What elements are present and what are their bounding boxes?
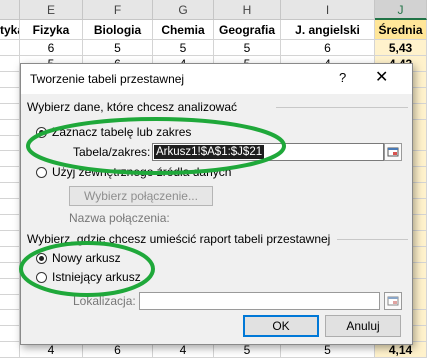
- table-cell[interactable]: [0, 40, 20, 56]
- column-header[interactable]: I: [281, 0, 375, 20]
- location-input[interactable]: [139, 292, 380, 310]
- radio-new-sheet[interactable]: [36, 253, 47, 264]
- column-header[interactable]: E: [20, 0, 83, 20]
- section-divider: [337, 239, 408, 240]
- section-divider: [276, 107, 408, 108]
- table-row: 6 5 5 5 6 5,43: [0, 40, 427, 56]
- radio-select-range[interactable]: [36, 127, 47, 138]
- header-cell[interactable]: J. angielski: [281, 20, 375, 40]
- column-header[interactable]: G: [153, 0, 214, 20]
- section-data-source-label: Wybierz dane, które chcesz analizować: [27, 100, 237, 114]
- table-cell[interactable]: [0, 87, 20, 104]
- table-cell[interactable]: 6: [20, 40, 83, 56]
- table-cell[interactable]: [0, 214, 20, 231]
- option-existing-sheet-label[interactable]: Istniejący arkusz: [52, 270, 141, 284]
- table-cell[interactable]: [0, 135, 20, 152]
- dialog-titlebar: Tworzenie tabeli przestawnej ? ✕: [21, 64, 412, 94]
- column-header[interactable]: J: [375, 0, 427, 20]
- header-cell[interactable]: Średnia: [375, 20, 427, 40]
- table-cell[interactable]: [0, 278, 20, 295]
- column-header[interactable]: F: [83, 0, 153, 20]
- close-button[interactable]: ✕: [375, 67, 388, 87]
- table-cell[interactable]: 5,43: [375, 40, 427, 56]
- table-cell[interactable]: [0, 183, 20, 200]
- range-value: Arkusz1!$A$1:$J$21: [154, 145, 265, 159]
- table-cell[interactable]: [0, 103, 20, 120]
- table-cell[interactable]: [0, 119, 20, 136]
- table-cell[interactable]: [0, 342, 20, 359]
- header-cell[interactable]: Geografia: [214, 20, 281, 40]
- range-picker-button[interactable]: [384, 143, 402, 161]
- table-cell[interactable]: 5: [214, 40, 281, 56]
- table-cell[interactable]: [0, 246, 20, 263]
- column-header[interactable]: H: [214, 0, 281, 20]
- location-label: Lokalizacja:: [73, 294, 136, 308]
- range-input[interactable]: Arkusz1!$A$1:$J$21: [152, 143, 384, 161]
- cancel-button[interactable]: Anuluj: [325, 315, 401, 337]
- header-cell[interactable]: Fizyka: [20, 20, 83, 40]
- pivot-table-dialog: Tworzenie tabeli przestawnej ? ✕ Wybierz…: [20, 63, 413, 345]
- range-label: Tabela/zakres:: [73, 145, 151, 159]
- section-destination-label: Wybierz, gdzie chcesz umieścić raport ta…: [27, 232, 331, 246]
- ok-button[interactable]: OK: [243, 315, 319, 337]
- table-cell[interactable]: [0, 199, 20, 215]
- choose-connection-button[interactable]: Wybierz połączenie...: [69, 186, 213, 206]
- table-cell[interactable]: [0, 71, 20, 88]
- table-cell[interactable]: 5: [83, 40, 153, 56]
- table-cell[interactable]: [0, 230, 20, 247]
- table-cell[interactable]: [0, 55, 20, 72]
- option-new-sheet-label[interactable]: Nowy arkusz: [52, 251, 121, 265]
- header-cell[interactable]: Biologia: [83, 20, 153, 40]
- column-header[interactable]: [0, 0, 20, 20]
- table-cell[interactable]: [0, 262, 20, 279]
- help-button[interactable]: ?: [339, 70, 346, 85]
- table-cell[interactable]: [0, 151, 20, 168]
- collapse-dialog-icon: [387, 296, 399, 306]
- table-cell[interactable]: [0, 294, 20, 311]
- option-external-source-label[interactable]: Użyj zewnętrznego źródła danych: [52, 165, 231, 179]
- table-cell[interactable]: [0, 310, 20, 327]
- table-header-row: tykaFizykaBiologiaChemiaGeografiaJ. angi…: [0, 20, 427, 40]
- radio-external-source[interactable]: [36, 167, 47, 178]
- connection-name-label: Nazwa połączenia:: [69, 211, 170, 225]
- table-cell[interactable]: 5: [153, 40, 214, 56]
- table-cell[interactable]: [0, 167, 20, 184]
- location-picker-button[interactable]: [384, 292, 402, 310]
- header-cell[interactable]: Chemia: [153, 20, 214, 40]
- header-cell[interactable]: tyka: [0, 20, 20, 40]
- table-cell[interactable]: 6: [281, 40, 375, 56]
- collapse-dialog-icon: [387, 147, 399, 157]
- option-select-range-label[interactable]: Zaznacz tabelę lub zakres: [52, 125, 191, 139]
- dialog-title: Tworzenie tabeli przestawnej: [30, 72, 185, 86]
- table-cell[interactable]: [0, 326, 20, 343]
- radio-existing-sheet[interactable]: [36, 272, 47, 283]
